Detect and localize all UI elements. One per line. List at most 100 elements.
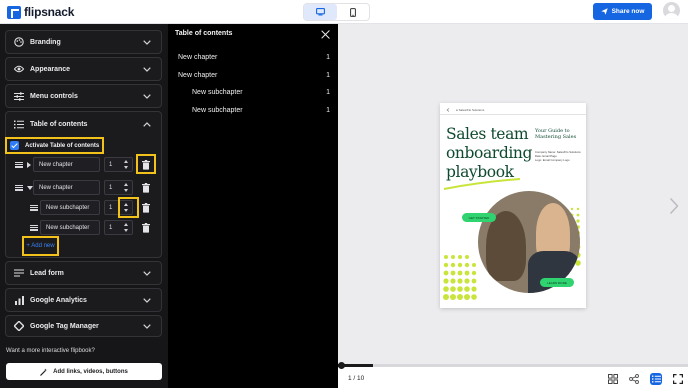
flipsnack-logo[interactable]: flipsnack [7,5,74,19]
toc-item-label: New subchapter [192,106,243,114]
activate-toc-checkbox-row[interactable]: Activate Table of contents [5,137,104,154]
viewer-bottom-bar: 1 / 10 [338,362,688,388]
panel-label: Google Tag Manager [30,322,99,330]
panel-label: Lead form [30,269,64,277]
chevron-up-icon [141,118,153,130]
activate-toc-checkbox[interactable] [10,141,19,150]
send-icon [600,8,608,15]
toc-overlay-item[interactable]: New subchapter 1 [168,103,338,117]
next-page-arrow-icon[interactable] [669,197,679,215]
trash-icon[interactable] [141,202,151,213]
panel-google-analytics[interactable]: Google Analytics [5,288,162,312]
flipbook-page[interactable]: ● Sales/Flo Solutions Sales team onboard… [440,103,586,308]
drag-handle-icon[interactable] [30,204,38,211]
drag-handle-icon[interactable] [15,161,23,168]
page-number-value: 1 [109,161,113,168]
share-icon[interactable] [628,373,640,385]
toc-panel-header[interactable]: Table of contents [6,112,161,136]
trash-icon[interactable] [141,159,151,170]
page-cta-pill: GET STARTED [462,213,496,222]
meta-line: Logo: Email Company Logo [535,158,570,162]
toc-item-label: New subchapter [192,88,243,96]
page-subtitle: Your Guide to Mastering Sales [535,128,577,140]
toc-entry-page-input[interactable]: 1 [104,157,133,172]
trash-icon[interactable] [141,182,151,193]
page-counter: 1 / 10 [348,375,365,382]
toc-entry [30,220,38,235]
page-number-value: 1 [109,204,113,211]
toc-entry-name-input[interactable]: New subchapter [40,200,100,215]
form-icon [14,268,24,278]
add-links-label: Add links, videos, buttons [53,368,128,375]
page-number-value: 1 [109,224,113,231]
chevron-down-icon [141,267,153,279]
sliders-icon [14,91,24,101]
panel-branding[interactable]: Branding [5,30,162,54]
desktop-view-button[interactable] [304,4,337,20]
panel-appearance[interactable]: Appearance [5,57,162,81]
bar-chart-icon [14,295,24,305]
drag-handle-icon[interactable] [30,224,38,231]
page-header-rule [440,114,586,115]
desktop-icon [315,8,325,16]
toc-overlay-item[interactable]: New subchapter 1 [168,85,338,99]
panel-menu-controls[interactable]: Menu controls [5,84,162,108]
toc-item-page: 1 [326,88,330,96]
chevron-down-icon [141,63,153,75]
diamond-icon [14,321,24,331]
toc-entry-page-input[interactable]: 1 [104,220,133,235]
eye-icon [14,64,24,74]
stepper-arrows-icon[interactable] [124,160,129,169]
panel-label: Menu controls [30,92,78,100]
stepper-arrows-icon[interactable] [124,183,129,192]
panel-lead-form[interactable]: Lead form [5,261,162,285]
toc-overlay-item[interactable]: New chapter 1 [168,50,338,64]
toc-icon[interactable] [650,373,662,385]
page-cta-pill: LEARN MORE [540,278,574,287]
mobile-view-button[interactable] [337,4,370,20]
chevron-down-icon [141,90,153,102]
interactive-promo-text: Want a more interactive flipbook? [6,348,95,354]
progress-knob[interactable] [338,362,345,369]
toc-item-page: 1 [326,53,330,61]
drag-handle-icon[interactable] [15,184,23,191]
toc-item-label: New chapter [178,71,218,79]
panel-label: Appearance [30,65,71,73]
toc-entry-name-input[interactable]: New chapter [33,157,100,172]
toc-entry [30,200,38,215]
toc-overlay-panel: Table of contents New chapter 1 New chap… [168,24,338,388]
fullscreen-icon[interactable] [672,373,684,385]
toc-item-page: 1 [326,71,330,79]
stepper-arrows-icon[interactable] [124,223,129,232]
share-now-button[interactable]: Share now [593,3,652,20]
user-avatar[interactable] [663,2,680,19]
trash-icon[interactable] [141,222,151,233]
add-new-button[interactable]: + Add new [22,236,59,256]
top-bar: flipsnack Share now [0,0,688,24]
panel-label: Branding [30,38,61,46]
toc-overlay-item[interactable]: New chapter 1 [168,68,338,82]
toc-entry [15,157,31,172]
toc-entry-page-input[interactable]: 1 [104,180,133,195]
toc-entry [15,180,33,195]
grid-icon[interactable] [607,373,619,385]
page-number-value: 1 [109,184,113,191]
page-progress-bar[interactable] [338,362,688,369]
share-now-label: Share now [611,8,645,15]
chevron-down-icon [141,320,153,332]
panel-google-tag-manager[interactable]: Google Tag Manager [5,315,162,337]
list-icon [14,119,24,129]
page-title: Sales team onboarding playbook [446,125,533,181]
page-meta: Company Name: Sales/Flo Solutions Date: … [535,150,583,162]
close-icon[interactable] [321,30,330,39]
page-brand: ● Sales/Flo Solutions [456,108,485,112]
device-toggle [303,3,370,21]
toc-item-label: New chapter [178,53,218,61]
chevron-down-icon [141,294,153,306]
toc-entry-name-input[interactable]: New chapter [33,180,100,195]
back-arrow-icon [446,108,450,112]
toc-entry-name-input[interactable]: New subchapter [40,220,100,235]
add-links-button[interactable]: Add links, videos, buttons [6,363,162,380]
panel-label: Google Analytics [30,296,87,304]
expand-arrow-icon[interactable] [27,161,31,168]
